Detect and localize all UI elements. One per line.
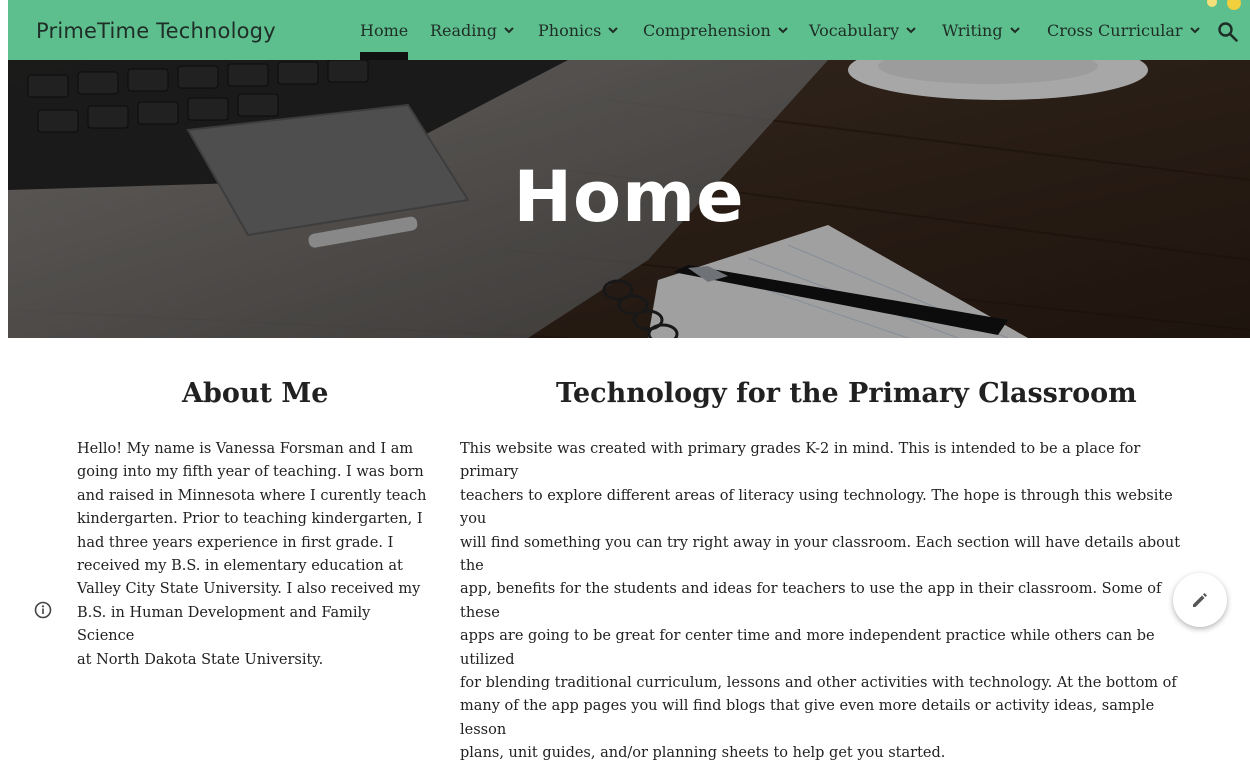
chevron-down-icon [1009, 27, 1020, 34]
page-title: Home [513, 156, 745, 238]
about-line: Hello! My name is Vanessa Forsman and I … [77, 441, 414, 457]
nav-item-label: Reading [430, 21, 497, 40]
tech-line: will find something you can try right aw… [460, 534, 1181, 575]
about-line: B.S. in Human Development and Family Sci… [77, 604, 371, 645]
tech-heading: Technology for the Primary Classroom [556, 378, 1137, 409]
edit-button[interactable] [1173, 573, 1227, 627]
chevron-down-icon [778, 27, 788, 34]
about-paragraph: Hello! My name is Vanessa Forsman and I … [77, 438, 429, 672]
nav-item-writing[interactable]: Writing [942, 21, 1021, 45]
tech-line: apps are going to be great for center ti… [460, 628, 1155, 668]
top-navbar: PrimeTime Technology Home Reading Phonic… [8, 0, 1250, 60]
chevron-down-icon [1189, 27, 1200, 34]
nav-item-label: Home [360, 21, 409, 40]
nav-item-phonics[interactable]: Phonics [538, 21, 619, 45]
about-line: had three years experience in first grad… [77, 534, 394, 551]
nav-item-comprehension[interactable]: Comprehension [643, 21, 789, 45]
about-line: kindergarten. Prior to teaching kinderga… [77, 511, 423, 528]
nav-item-vocabulary[interactable]: Vocabulary [809, 21, 917, 45]
nav-item-label: Writing [942, 21, 1003, 40]
nav-item-cross-curricular[interactable]: Cross Curricular [1047, 21, 1201, 45]
tech-line: for blending traditional curriculum, les… [460, 675, 1177, 692]
chevron-down-icon [504, 27, 514, 34]
nav-item-label: Cross Curricular [1047, 21, 1183, 40]
tech-line: many of the app pages you will find blog… [460, 698, 1155, 738]
info-icon[interactable] [34, 601, 52, 619]
nav-item-label: Vocabulary [809, 21, 900, 40]
search-icon[interactable] [1216, 20, 1240, 44]
about-line: and raised in Minnesota where I curently… [77, 487, 427, 504]
chevron-down-icon [608, 27, 619, 34]
tech-line: This website was created with primary gr… [460, 441, 1141, 481]
about-line: at North Dakota State University. [77, 651, 324, 668]
hero-banner: Home [8, 60, 1250, 338]
tech-paragraph: This website was created with primary gr… [460, 438, 1190, 766]
nav-item-label: Comprehension [643, 21, 771, 40]
nav-item-reading[interactable]: Reading [430, 21, 515, 45]
tech-line: plans, unit guides, and/or planning shee… [460, 745, 946, 762]
about-line: received my B.S. in elementary education… [77, 558, 403, 575]
tech-line: app, benefits for the students and ideas… [460, 581, 1162, 621]
about-heading: About Me [182, 378, 329, 409]
main-nav: Home Reading Phonics Comprehension Vocab… [8, 0, 1250, 60]
active-nav-indicator [360, 52, 408, 60]
chevron-down-icon [906, 27, 916, 34]
decorative-dots-icon [1207, 0, 1241, 10]
nav-item-home[interactable]: Home [360, 21, 408, 45]
about-line: going into my fifth year of teaching. I … [77, 464, 424, 481]
pencil-icon [1193, 593, 1207, 607]
about-line: Valley City State University. I also rec… [77, 581, 421, 598]
nav-item-label: Phonics [538, 21, 602, 40]
tech-line: teachers to explore different areas of l… [460, 487, 1173, 528]
